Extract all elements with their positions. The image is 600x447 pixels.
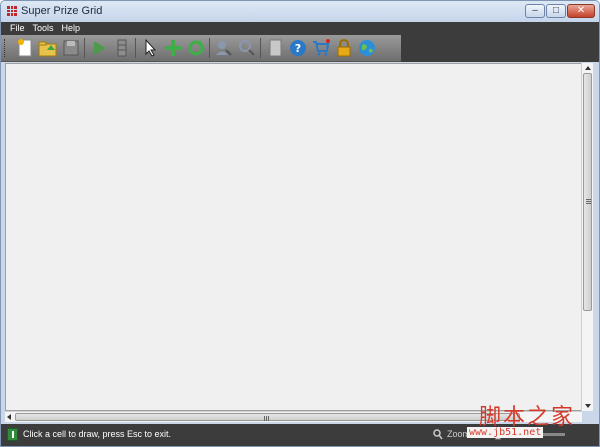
- move-button[interactable]: [161, 37, 184, 60]
- cursor-arrow-icon: [145, 38, 156, 57]
- user-search-button[interactable]: [212, 37, 235, 60]
- save-icon: [63, 40, 78, 56]
- select-button[interactable]: [138, 37, 161, 60]
- user-zoom-icon: [238, 40, 255, 56]
- page-button[interactable]: [263, 37, 286, 60]
- maximize-icon: □: [552, 5, 560, 16]
- toolbar-separator: [84, 38, 85, 58]
- toolbar-separator: [135, 38, 136, 58]
- stack-button[interactable]: [110, 37, 133, 60]
- minimize-icon: –: [532, 5, 538, 16]
- open-folder-button[interactable]: [36, 37, 59, 60]
- scroll-up-icon[interactable]: [585, 66, 591, 70]
- new-file-icon: [17, 39, 31, 57]
- new-file-button[interactable]: [13, 37, 36, 60]
- lock-icon: [337, 39, 350, 57]
- toolbar-separator: [260, 38, 261, 58]
- minimize-button[interactable]: –: [525, 4, 545, 18]
- grid-canvas[interactable]: [5, 63, 582, 411]
- app-window: Super Prize Grid – □ ✕ File Tools Help ?…: [0, 0, 600, 447]
- zoom-magnifier-icon: [433, 429, 443, 440]
- open-folder-icon: [38, 41, 56, 57]
- refresh-icon: [188, 40, 203, 56]
- refresh-button[interactable]: [184, 37, 207, 60]
- scroll-down-icon[interactable]: [585, 404, 591, 408]
- move-cross-icon: [164, 40, 181, 56]
- play-button[interactable]: [87, 37, 110, 60]
- play-icon: [93, 41, 106, 55]
- lock-button[interactable]: [332, 37, 355, 60]
- user-search-icon: [215, 41, 232, 56]
- menu-bar: File Tools Help: [1, 22, 599, 35]
- cart-button[interactable]: [309, 37, 332, 60]
- toolbar-grip[interactable]: [4, 39, 7, 57]
- watermark-url: www.jb51.net: [467, 427, 544, 438]
- window-title: Super Prize Grid: [21, 5, 103, 17]
- app-grid-icon: [7, 6, 17, 16]
- close-icon: ✕: [576, 5, 586, 16]
- status-tool-icon: [7, 428, 18, 441]
- menu-file[interactable]: File: [7, 22, 30, 35]
- toolbar-empty-area: [401, 35, 599, 62]
- close-button[interactable]: ✕: [567, 4, 595, 18]
- menu-help[interactable]: Help: [59, 22, 86, 35]
- help-button[interactable]: ?: [286, 37, 309, 60]
- stack-icon: [117, 39, 126, 57]
- globe-icon: [358, 40, 375, 56]
- blank-page-icon: [269, 39, 281, 57]
- toolbar: ?: [1, 35, 401, 62]
- help-icon: ?: [289, 40, 306, 56]
- menu-tools[interactable]: Tools: [30, 22, 59, 35]
- vertical-scrollbar[interactable]: [581, 63, 593, 411]
- horizontal-scroll-thumb[interactable]: [15, 413, 520, 421]
- cart-icon: [312, 39, 330, 56]
- scroll-left-icon[interactable]: [7, 414, 11, 420]
- user-zoom-button[interactable]: [235, 37, 258, 60]
- vertical-scroll-thumb[interactable]: [583, 73, 592, 311]
- globe-button[interactable]: [355, 37, 378, 60]
- save-button[interactable]: [59, 37, 82, 60]
- status-message: Click a cell to draw, press Esc to exit.: [23, 429, 172, 439]
- maximize-button[interactable]: □: [546, 4, 566, 18]
- title-bar[interactable]: Super Prize Grid – □ ✕: [1, 1, 599, 22]
- toolbar-separator: [209, 38, 210, 58]
- svg-text:?: ?: [294, 42, 300, 55]
